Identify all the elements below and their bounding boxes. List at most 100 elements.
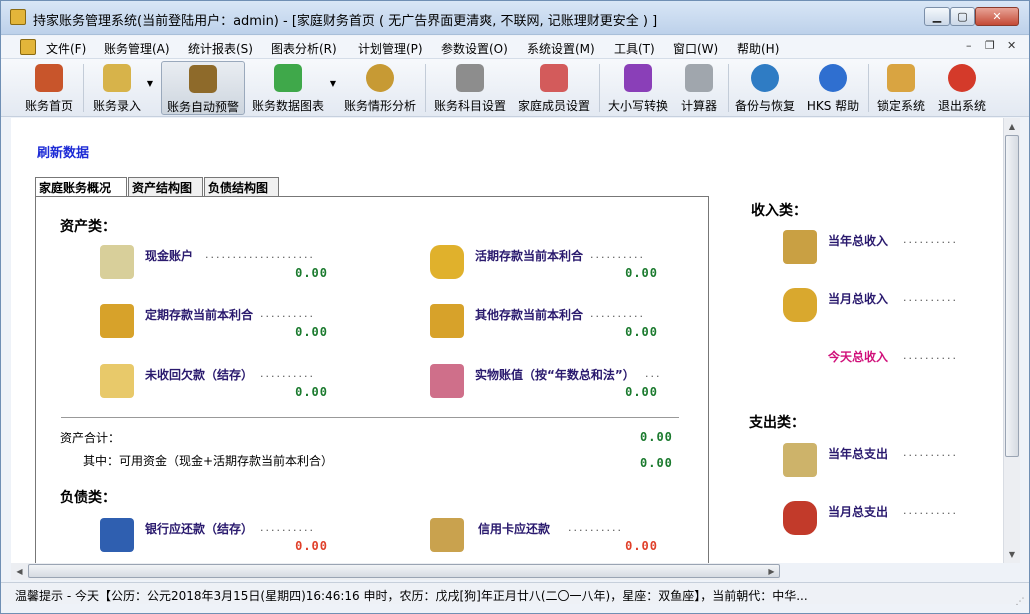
maximize-button[interactable]: ▢ (950, 7, 975, 26)
tab-asset-structure[interactable]: 资产结构图 (128, 177, 203, 196)
menu-file[interactable]: 文件(F) (46, 40, 86, 57)
asset-value: 0.00 (625, 325, 658, 339)
data-chart-button[interactable]: 账务数据图表 (248, 61, 328, 115)
window-title: 持家账务管理系统(当前登陆用户：admin) - [家庭财务首页 ( 无广告界面… (33, 14, 658, 29)
vertical-scrollbar[interactable]: ▲ ▼ (1003, 118, 1020, 563)
menu-window[interactable]: 窗口(W) (673, 40, 718, 57)
menu-system[interactable]: 系统设置(M) (527, 40, 595, 57)
scroll-up-icon[interactable]: ▲ (1004, 118, 1020, 135)
analysis-button[interactable]: 账务情形分析 (341, 61, 419, 115)
home-label: 账务首页 (24, 99, 73, 113)
expense-year[interactable]: 当年总支出 .......... 0. (783, 443, 1004, 493)
asset-label: 定期存款当前本利合 (145, 308, 254, 322)
tab-liability-structure[interactable]: 负债结构图 (204, 177, 279, 196)
analysis-label: 账务情形分析 (343, 99, 416, 113)
income-today[interactable]: 今天总收入 .......... 0. (783, 346, 1004, 396)
asset-cash[interactable]: 现金账户 .................... 0.00 (100, 245, 380, 295)
house-icon (35, 64, 63, 92)
app-icon[interactable] (10, 9, 26, 25)
close-button[interactable]: ✕ (975, 7, 1019, 26)
family-members-button[interactable]: 家庭成员设置 (515, 61, 593, 115)
family-members-label: 家庭成员设置 (517, 99, 590, 113)
treasure-chest-icon (100, 304, 134, 338)
menu-tools[interactable]: 工具(T) (614, 40, 655, 57)
income-month[interactable]: 当月总收入 .......... 0. (783, 288, 1004, 338)
backup-restore-button[interactable]: 备份与恢复 (731, 61, 799, 115)
entry-button[interactable]: 账务录入 (87, 61, 147, 115)
child-minimize-button[interactable]: – (966, 39, 972, 52)
expense-month[interactable]: 当月总支出 .......... 0. (783, 501, 1004, 551)
subject-settings-label: 账务科目设置 (433, 99, 506, 113)
credit-card-icon (430, 518, 464, 552)
subject-settings-button[interactable]: 账务科目设置 (431, 61, 509, 115)
child-restore-button[interactable]: ❐ (985, 39, 995, 52)
assets-heading: 资产类： (60, 219, 116, 235)
expense-heading: 支出类： (749, 415, 805, 431)
asset-other-deposit[interactable]: 其他存款当前本利合 .......... 0.00 (430, 304, 710, 354)
case-convert-button[interactable]: 大小写转换 (604, 61, 672, 115)
income-label: 今天总收入 (828, 350, 889, 364)
minimize-button[interactable]: ▁ (924, 7, 950, 26)
calculator-button[interactable]: 计算器 (674, 61, 724, 115)
horizontal-scrollbar[interactable]: ◀ ▶ (11, 563, 780, 580)
toolbar-separator (868, 64, 869, 112)
toolbar-separator (599, 64, 600, 112)
refresh-data-link[interactable]: 刷新数据 (37, 142, 89, 161)
asset-label: 活期存款当前本利合 (475, 249, 584, 263)
menu-plans[interactable]: 计划管理(P) (358, 40, 423, 57)
child-window-icon[interactable] (20, 39, 36, 55)
exit-icon (948, 64, 976, 92)
leader-dots: .......... (903, 291, 958, 304)
auto-alert-button[interactable]: 账务自动预警 (161, 61, 245, 115)
scroll-left-icon[interactable]: ◀ (11, 563, 28, 580)
case-convert-icon (624, 64, 652, 92)
backup-restore-label: 备份与恢复 (734, 99, 795, 113)
scroll-down-icon[interactable]: ▼ (1004, 546, 1020, 563)
divider (61, 417, 679, 418)
asset-total-label: 资产合计： (60, 431, 121, 445)
coin-pile-icon (783, 288, 817, 322)
calculator-icon (685, 64, 713, 92)
scroll-right-icon[interactable]: ▶ (763, 563, 780, 580)
liability-credit-card[interactable]: 信用卡应还款 .......... 0.00 (430, 518, 710, 563)
asset-receivable[interactable]: 未收回欠款（结存） .......... 0.00 (100, 364, 380, 414)
leader-dots: .......... (260, 367, 315, 380)
asset-physical[interactable]: 实物账值（按“年数总和法”） ... 0.00 (430, 364, 710, 414)
money-stack-icon (783, 230, 817, 264)
vertical-scroll-thumb[interactable] (1005, 135, 1019, 457)
fork-knife-icon (456, 64, 484, 92)
liability-bank[interactable]: 银行应还款（结存） .......... 0.00 (100, 518, 380, 563)
exit-system-button[interactable]: 退出系统 (933, 61, 991, 115)
lock-system-button[interactable]: 锁定系统 (871, 61, 931, 115)
income-year[interactable]: 当年总收入 .......... 0. (783, 230, 1004, 280)
chart-icon (274, 64, 302, 92)
tab-family-overview[interactable]: 家庭账务概况 (35, 177, 127, 197)
toolbar-separator (728, 64, 729, 112)
toolbar: 账务首页 账务录入 ▼ 账务自动预警 账务数据图表 ▼ 账务情形分析 账务科目设… (1, 59, 1029, 117)
calculator-label: 计算器 (680, 99, 717, 113)
entry-dropdown-icon[interactable]: ▼ (145, 79, 155, 89)
menu-reports[interactable]: 统计报表(S) (188, 40, 253, 57)
income-label: 当年总收入 (828, 234, 889, 248)
menu-accounts[interactable]: 账务管理(A) (104, 40, 170, 57)
horizontal-scroll-thumb[interactable] (28, 564, 780, 578)
leader-dots: .......... (590, 307, 645, 320)
house-coins-icon (430, 364, 464, 398)
resize-grip-icon[interactable]: ⋰ (1013, 597, 1027, 611)
leader-dots: .......... (903, 233, 958, 246)
asset-value: 0.00 (295, 266, 328, 280)
child-close-button[interactable]: ✕ (1007, 39, 1016, 52)
menu-charts[interactable]: 图表分析(R) (271, 40, 337, 57)
liability-value: 0.00 (295, 539, 328, 553)
asset-fixed-deposit[interactable]: 定期存款当前本利合 .......... 0.00 (100, 304, 380, 354)
home-button[interactable]: 账务首页 (19, 61, 79, 115)
money-bag-icon (366, 64, 394, 92)
asset-value: 0.00 (295, 325, 328, 339)
exit-system-label: 退出系统 (937, 99, 986, 113)
help-button[interactable]: HKS 帮助 (801, 61, 865, 115)
chart-dropdown-icon[interactable]: ▼ (328, 79, 338, 89)
asset-demand-deposit[interactable]: 活期存款当前本利合 .......... 0.00 (430, 245, 710, 295)
menu-help[interactable]: 帮助(H) (737, 40, 779, 57)
menu-params[interactable]: 参数设置(O) (441, 40, 508, 57)
leader-dots: .......... (260, 521, 315, 534)
